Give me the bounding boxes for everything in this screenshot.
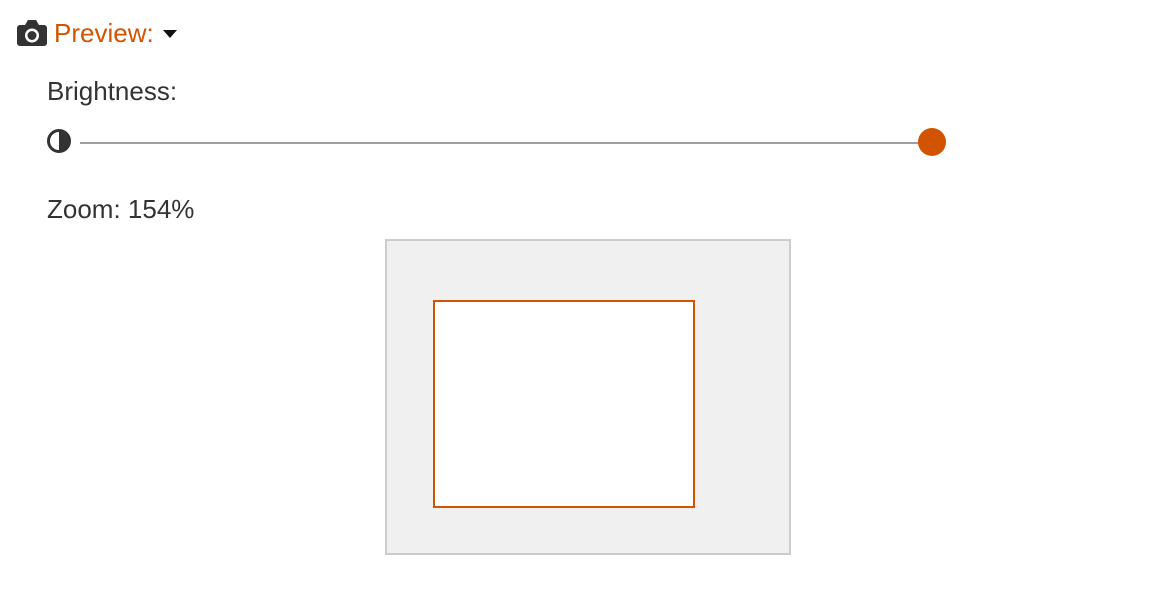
camera-icon <box>17 20 47 46</box>
zoom-readout: Zoom: 154% <box>47 193 194 225</box>
caret-down-icon <box>162 30 177 38</box>
contrast-icon <box>47 129 71 153</box>
preview-toggle[interactable]: Preview: <box>16 16 178 50</box>
image-preview <box>385 239 791 555</box>
slider-thumb[interactable] <box>918 128 946 156</box>
slider-track[interactable] <box>80 142 926 144</box>
zoom-label: Zoom: <box>47 194 121 224</box>
crop-selection[interactable] <box>433 300 695 508</box>
brightness-label: Brightness: <box>47 76 178 106</box>
brightness-slider[interactable] <box>80 126 946 158</box>
preview-label: Preview: <box>54 18 154 48</box>
preview-panel: Preview: Brightness: Zoom: 154% <box>0 0 1156 609</box>
zoom-value: 154% <box>127 194 195 224</box>
